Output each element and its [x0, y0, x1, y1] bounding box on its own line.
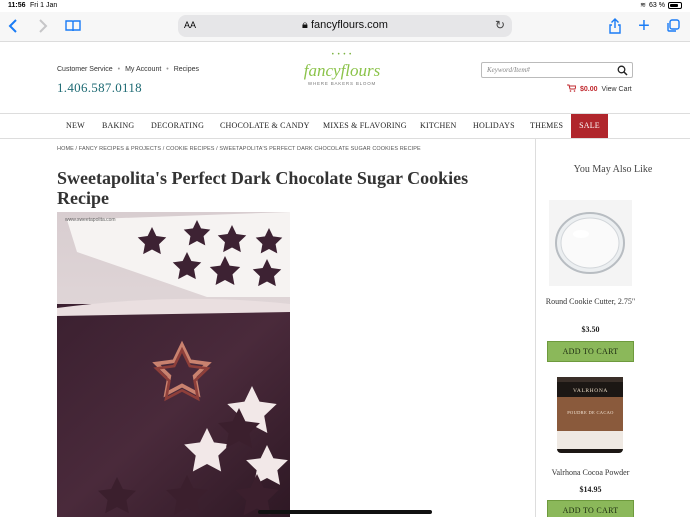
cocoa-brand-label: VALRHONA	[573, 388, 608, 394]
search-icon[interactable]	[617, 63, 628, 79]
wifi-icon: ≋	[640, 2, 647, 9]
battery-icon	[668, 1, 682, 9]
cart-amount: $0.00	[580, 85, 598, 93]
back-icon[interactable]	[6, 16, 20, 36]
recipes-link[interactable]: Recipes	[174, 66, 199, 73]
page-title: Sweetapolita's Perfect Dark Chocolate Su…	[57, 168, 469, 208]
nav-themes[interactable]: THEMES	[530, 114, 563, 138]
share-icon[interactable]	[606, 16, 624, 36]
nav-holidays[interactable]: HOLIDAYS	[473, 114, 515, 138]
search-input[interactable]: Keyword/Item#	[481, 62, 633, 78]
site-logo[interactable]: • • • • fancyflours WHERE BAKERS BLOOM	[292, 52, 392, 98]
product-price: $14.95	[579, 485, 602, 494]
forward-icon[interactable]	[36, 16, 50, 36]
breadcrumb[interactable]: HOME / FANCY RECIPES & PROJECTS / COOKIE…	[57, 146, 421, 152]
nav-sale[interactable]: SALE	[571, 114, 608, 138]
cart-icon[interactable]	[567, 84, 577, 94]
recipe-photo: www.sweetapolita.com	[57, 212, 290, 517]
status-date: Fri 1 Jan	[30, 2, 58, 9]
header-links: Customer Service • My Account • Recipes	[57, 66, 200, 73]
sidebar-heading: You May Also Like	[573, 164, 653, 175]
nav-kitchen[interactable]: KITCHEN	[420, 114, 457, 138]
nav-mixes-flavoring[interactable]: MIXES & FLAVORING	[323, 114, 407, 138]
nav-decorating[interactable]: DECORATING	[151, 114, 204, 138]
battery-percent: 63 %	[649, 1, 665, 9]
main-nav: NEW BAKING DECORATING CHOCOLATE & CANDY …	[0, 113, 690, 139]
status-right: ≋ 63 %	[640, 1, 682, 9]
status-bar: 11:56 Fri 1 Jan ≋ 63 %	[0, 0, 690, 12]
my-account-link[interactable]: My Account	[125, 66, 161, 73]
phone-number[interactable]: 1.406.587.0118	[57, 80, 142, 96]
cart-summary[interactable]: $0.00 View Cart	[567, 84, 632, 94]
product-price: $3.50	[581, 325, 600, 334]
browser-toolbar: AA 🔒︎ fancyflours.com ↻ +	[0, 12, 690, 42]
nav-baking[interactable]: BAKING	[102, 114, 134, 138]
address-bar[interactable]: AA 🔒︎ fancyflours.com ↻	[178, 15, 512, 37]
tabs-icon[interactable]	[664, 16, 682, 36]
new-tab-icon[interactable]: +	[636, 15, 652, 37]
view-cart-link[interactable]: View Cart	[602, 86, 632, 93]
bookmarks-icon[interactable]	[64, 16, 82, 36]
image-watermark: www.sweetapolita.com	[65, 217, 116, 223]
status-time: 11:56	[8, 2, 26, 9]
product-image-cocoa[interactable]: VALRHONA POUDRE DE CACAO	[549, 371, 632, 457]
product-image-cookie-cutter[interactable]	[549, 200, 632, 286]
nav-new[interactable]: NEW	[66, 114, 85, 138]
logo-wordmark: fancyflours	[303, 61, 381, 80]
logo-tagline: WHERE BAKERS BLOOM	[307, 81, 377, 86]
customer-service-link[interactable]: Customer Service	[57, 66, 113, 73]
nav-chocolate-candy[interactable]: CHOCOLATE & CANDY	[220, 114, 310, 138]
cocoa-product-label: POUDRE DE CACAO	[567, 410, 614, 415]
url-display[interactable]: 🔒︎ fancyflours.com	[178, 19, 512, 32]
product-name[interactable]: Round Cookie Cutter, 2.75"	[536, 297, 645, 307]
product-name[interactable]: Valrhona Cocoa Powder	[536, 468, 645, 478]
home-indicator	[258, 510, 432, 514]
lock-icon: 🔒︎	[302, 19, 308, 31]
add-to-cart-button[interactable]: ADD TO CART	[547, 500, 634, 517]
search-placeholder: Keyword/Item#	[487, 66, 530, 74]
recommendations-sidebar: You May Also Like Round Cookie Cutter, 2…	[535, 139, 690, 517]
add-to-cart-button[interactable]: ADD TO CART	[547, 341, 634, 362]
reload-icon[interactable]: ↻	[495, 18, 505, 32]
url-text: fancyflours.com	[310, 19, 388, 31]
